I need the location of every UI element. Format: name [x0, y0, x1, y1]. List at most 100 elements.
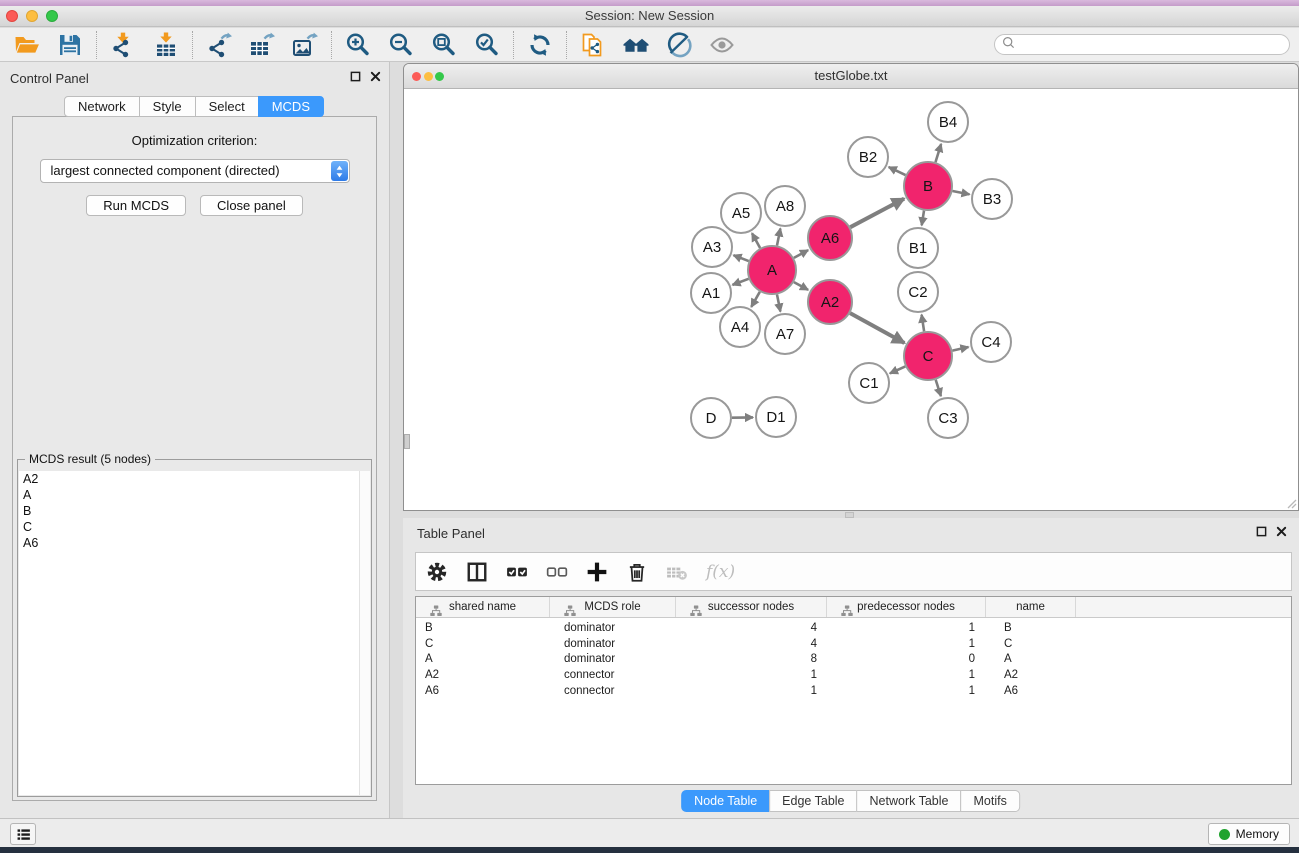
toggle-graphics-details-icon[interactable]	[666, 32, 692, 58]
edge-A-A3[interactable]	[734, 255, 749, 261]
tab-style[interactable]: Style	[139, 96, 196, 117]
run-mcds-button[interactable]: Run MCDS	[86, 195, 186, 216]
minimize-window-button[interactable]	[26, 10, 38, 22]
resize-grip-icon[interactable]	[1285, 497, 1297, 509]
function-builder-icon[interactable]: f(x)	[706, 561, 728, 583]
edge-A-A1[interactable]	[733, 279, 749, 285]
tab-mcds[interactable]: MCDS	[258, 96, 324, 117]
import-network-icon[interactable]	[110, 32, 136, 58]
zoom-window-button[interactable]	[46, 10, 58, 22]
table-cell: A	[416, 653, 550, 665]
export-image-icon[interactable]	[292, 32, 318, 58]
import-table-icon[interactable]	[153, 32, 179, 58]
edge-C-C3[interactable]	[936, 380, 941, 396]
edge-A-A4[interactable]	[751, 292, 760, 307]
edge-B-B1[interactable]	[922, 211, 924, 226]
control-panel: Control Panel NetworkStyleSelectMCDS Opt…	[0, 62, 390, 818]
open-icon[interactable]	[14, 32, 40, 58]
column-header-shared-name[interactable]: shared name	[416, 597, 550, 617]
export-table-icon[interactable]	[249, 32, 275, 58]
delete-icon[interactable]	[626, 561, 648, 583]
table-cell: C	[986, 638, 1076, 650]
task-history-button[interactable]	[10, 823, 36, 845]
network-window-titlebar[interactable]: testGlobe.txt	[404, 64, 1298, 89]
zoom-in-icon[interactable]	[345, 32, 371, 58]
save-icon[interactable]	[57, 32, 83, 58]
close-panel-button[interactable]: Close panel	[200, 195, 303, 216]
tab-network-table[interactable]: Network Table	[857, 790, 962, 812]
edge-A-A5[interactable]	[752, 233, 760, 248]
mcds-result-item[interactable]: A6	[19, 535, 370, 551]
table-row[interactable]: Bdominator41B	[416, 620, 1291, 636]
network-canvas[interactable]: B4B2BB3A5A8A6A3AB1A1C2A2A4A7CC4C1C3DD1	[404, 89, 1298, 510]
tab-select[interactable]: Select	[195, 96, 259, 117]
home-network-icon[interactable]	[623, 32, 649, 58]
network-zoom-button[interactable]	[435, 72, 444, 81]
table-cell: 1	[827, 638, 986, 650]
app-title: Session: New Session	[0, 6, 1299, 26]
edge-A-A6[interactable]	[794, 250, 808, 258]
status-bar: Memory	[0, 818, 1299, 847]
table-cell: C	[416, 638, 550, 650]
export-network-icon[interactable]	[206, 32, 232, 58]
select-all-icon[interactable]	[506, 561, 528, 583]
table-row[interactable]: A6connector11A6	[416, 683, 1291, 699]
tab-network[interactable]: Network	[64, 96, 140, 117]
edge-C-C1[interactable]	[890, 366, 905, 373]
mcds-result-item[interactable]: A	[19, 487, 370, 503]
search-input[interactable]	[1015, 36, 1289, 53]
close-window-button[interactable]	[6, 10, 18, 22]
delete-table-icon[interactable]	[666, 561, 688, 583]
mcds-list-scrollbar[interactable]	[359, 471, 370, 795]
refresh-icon[interactable]	[527, 32, 553, 58]
network-close-button[interactable]	[412, 72, 421, 81]
mcds-result-list[interactable]: A2ABCA6	[19, 471, 370, 795]
tab-edge-table[interactable]: Edge Table	[769, 790, 857, 812]
table-row[interactable]: A2connector11A2	[416, 667, 1291, 683]
network-graph[interactable]: B4B2BB3A5A8A6A3AB1A1C2A2A4A7CC4C1C3DD1	[404, 89, 1298, 510]
node-label-B2: B2	[859, 149, 877, 166]
zoom-out-icon[interactable]	[388, 32, 414, 58]
column-header-successor-nodes[interactable]: successor nodes	[676, 597, 827, 617]
zoom-fit-icon[interactable]	[431, 32, 457, 58]
mcds-result-item[interactable]: B	[19, 503, 370, 519]
mcds-result-item[interactable]: A2	[19, 471, 370, 487]
columns-icon[interactable]	[466, 561, 488, 583]
column-header-label: MCDS role	[584, 601, 640, 613]
zoom-selected-icon[interactable]	[474, 32, 500, 58]
edge-B-B3[interactable]	[953, 191, 970, 194]
gear-icon[interactable]	[426, 561, 448, 583]
column-header-name[interactable]: name	[986, 597, 1076, 617]
optimization-criterion-select[interactable]: largest connected component (directed)	[40, 159, 350, 183]
edge-C-C2[interactable]	[922, 315, 925, 332]
column-header-MCDS-role[interactable]: MCDS role	[550, 597, 676, 617]
duplicate-network-icon[interactable]	[580, 32, 606, 58]
table-cell: connector	[550, 685, 676, 697]
edge-A6-B[interactable]	[850, 199, 904, 228]
add-icon[interactable]	[586, 561, 608, 583]
show-hide-icon[interactable]	[709, 32, 735, 58]
mcds-result-item[interactable]: C	[19, 519, 370, 535]
close-panel-icon[interactable]	[1276, 526, 1287, 537]
network-minimize-button[interactable]	[424, 72, 433, 81]
edge-A-A7[interactable]	[777, 295, 780, 312]
memory-button[interactable]: Memory	[1208, 823, 1290, 845]
column-header-predecessor-nodes[interactable]: predecessor nodes	[827, 597, 986, 617]
table-row[interactable]: Cdominator41C	[416, 636, 1291, 652]
deselect-all-icon[interactable]	[546, 561, 568, 583]
edge-A-A8[interactable]	[777, 229, 780, 246]
edge-A-A2[interactable]	[794, 282, 808, 290]
tab-motifs[interactable]: Motifs	[960, 790, 1019, 812]
edge-A2-C[interactable]	[850, 313, 904, 343]
tab-node-table[interactable]: Node Table	[681, 790, 770, 812]
edge-C-C4[interactable]	[952, 347, 968, 351]
edge-B-B4[interactable]	[936, 144, 942, 162]
table-row[interactable]: Adominator80A	[416, 652, 1291, 668]
toolbar-separator	[331, 31, 332, 59]
float-panel-icon[interactable]	[350, 71, 361, 82]
search-field[interactable]	[994, 34, 1290, 55]
canvas-scrollbar-thumb[interactable]	[404, 434, 410, 449]
close-panel-icon[interactable]	[370, 71, 381, 82]
float-panel-icon[interactable]	[1256, 526, 1267, 537]
edge-B-B2[interactable]	[889, 167, 906, 175]
